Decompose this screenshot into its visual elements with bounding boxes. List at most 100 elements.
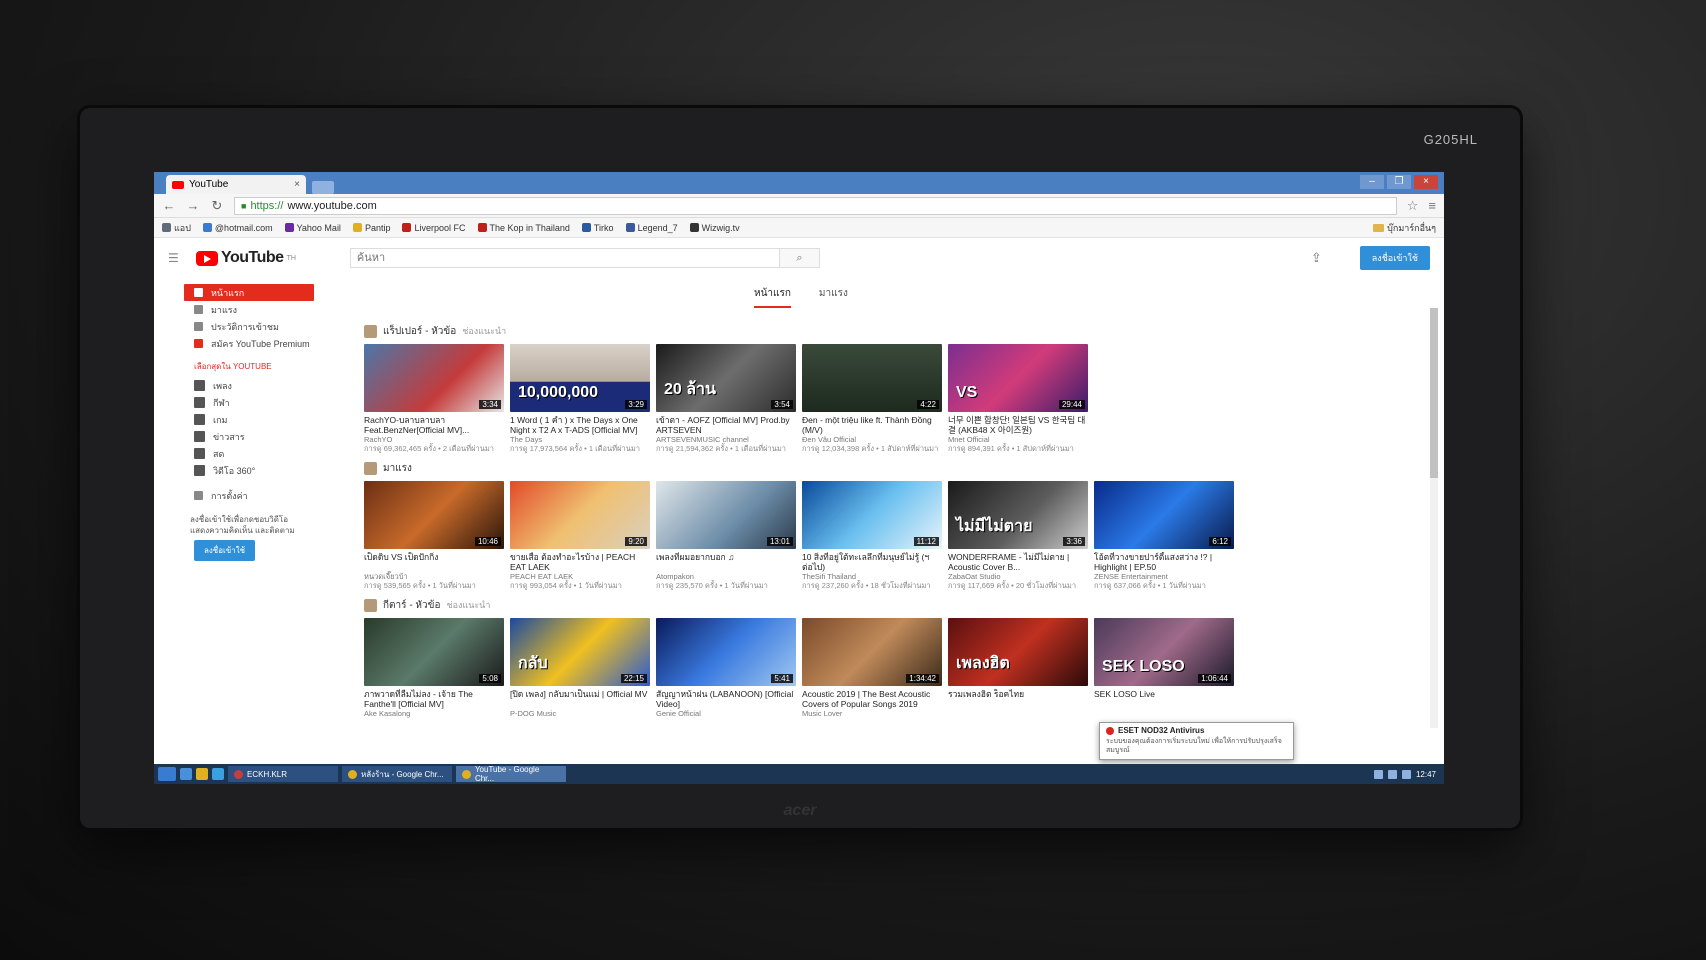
video-card[interactable]: 13:01 เพลงที่ผมอยากบอก ♫ Atompakon การดู 23… [656,481,796,590]
video-channel[interactable]: Ake Kasalong [364,709,504,718]
video-channel[interactable]: ARTSEVENMUSIC channel [656,435,796,444]
sidebar-item[interactable]: เพลง [184,377,314,394]
taskbar-button[interactable]: หลังร้าน - Google Chr... [342,766,452,782]
video-thumbnail[interactable]: 20 ล้าน 3:54 [656,344,796,412]
video-card[interactable]: ไม่มีไม่ตาย 3:36 WONDERFRAME - ไม่มีไม่ตาย… [948,481,1088,590]
video-title[interactable]: เป็ดดิบ VS เป็ดปักกิ่ง [364,552,504,572]
hamburger-menu-icon[interactable]: ☰ [168,251,182,265]
video-channel[interactable]: ZabaOat Studio [948,572,1088,581]
sidebar-item[interactable]: ข่าวสาร [184,428,314,445]
video-thumbnail[interactable]: 4:22 [802,344,942,412]
video-channel[interactable]: PEACH EAT LAEK [510,572,650,581]
video-channel[interactable]: The Days [510,435,650,444]
bookmark-item[interactable]: แอป [162,221,191,235]
video-thumbnail[interactable]: เพลงฮิต [948,618,1088,686]
video-card[interactable]: 10:46 เป็ดดิบ VS เป็ดปักกิ่ง หนวดเจี๊ยวบ้า… [364,481,504,590]
sidebar-item-settings[interactable]: การตั้งค่า [184,487,314,504]
minimize-button[interactable]: – [1360,175,1384,189]
bookmark-item[interactable]: Pantip [352,223,390,233]
bookmark-item[interactable]: Tirko [581,223,614,233]
chrome-menu-icon[interactable]: ≡ [1428,198,1436,213]
video-title[interactable]: ภาพวาดที่ลืมไม่ลง - เจ้าย The Fanthe'll … [364,689,504,709]
sidebar-signin-button[interactable]: ลงชื่อเข้าใช้ [194,540,256,561]
video-card[interactable]: SEK LOSO 1:06:44 SEK LOSO Live [1094,618,1234,718]
video-title[interactable]: 1 Word ( 1 คำ ) x The Days x One Night x… [510,415,650,435]
video-title[interactable]: โอ้ตที่วางขายปาร์ตี้แสงสว่าง !? | Highli… [1094,552,1234,572]
maximize-button[interactable]: ❐ [1387,175,1411,189]
video-thumbnail[interactable]: 3:34 [364,344,504,412]
sidebar-item[interactable]: หน้าแรก [184,284,314,301]
video-channel[interactable]: หนวดเจี๊ยวบ้า [364,572,504,581]
back-arrow-icon[interactable]: ← [162,198,176,213]
taskbar-button[interactable]: YouTube - Google Chr... [456,765,566,783]
search-input[interactable] [349,248,780,268]
folder-quicklaunch-icon[interactable] [196,768,208,780]
video-thumbnail[interactable]: 10:46 [364,481,504,549]
sidebar-item[interactable]: วิดีโอ 360° [184,462,314,479]
video-thumbnail[interactable]: 5:08 [364,618,504,686]
bookmark-item[interactable]: Liverpool FC [402,223,466,233]
video-thumbnail[interactable]: 10,000,000 3:29 [510,344,650,412]
video-channel[interactable]: Atompakon [656,572,796,581]
windows-start-icon[interactable] [158,767,176,781]
video-card[interactable]: 4:22 Đen - một triệu like ft. Thành Đồng … [802,344,942,453]
video-title[interactable]: 너무 이쁜 합창단! 일본팀 VS 한국팀 대결 (AKB48 X 아이즈원) [948,415,1088,435]
video-thumbnail[interactable]: 5:41 [656,618,796,686]
ie-quicklaunch-icon[interactable] [180,768,192,780]
shelf-title-label[interactable]: แร็ปเปอร์ - หัวข้อ [383,324,456,339]
video-card[interactable]: 20 ล้าน 3:54 เข้าตา - AOFZ [Official MV] P… [656,344,796,453]
video-title[interactable]: RachYO-บลาบลาบลา Feat.BenzNer[Official M… [364,415,504,435]
video-title[interactable]: รวมเพลงฮิต ร็อคไทย [948,689,1088,709]
tab-close-icon[interactable]: × [294,179,300,190]
network-icon[interactable] [1373,769,1383,779]
signin-button[interactable]: ลงชื่อเข้าใช้ [1359,246,1430,270]
video-card[interactable]: 5:41 สัญญาหน้าฝน (LABANOON) [Official Vid… [656,618,796,718]
video-thumbnail[interactable]: 9:20 [510,481,650,549]
shelf-title-label[interactable]: มาแรง [383,461,412,476]
flag-icon[interactable] [1401,769,1411,779]
page-scrollbar[interactable] [1430,308,1438,728]
video-title[interactable]: เพลงที่ผมอยากบอก ♫ [656,552,796,572]
shelf-title-label[interactable]: กีตาร์ - หัวข้อ [383,598,440,613]
reload-icon[interactable]: ↻ [210,198,224,214]
page-tab[interactable]: หน้าแรก [754,286,791,308]
upload-icon[interactable]: ⇪ [1311,250,1322,266]
clock[interactable]: 12:47 [1416,770,1436,779]
video-card[interactable]: 1:34:42 Acoustic 2019 | The Best Acoustic… [802,618,942,718]
video-thumbnail[interactable]: 1:34:42 [802,618,942,686]
bookmark-item[interactable]: Legend_7 [625,223,678,233]
video-channel[interactable]: RachYO [364,435,504,444]
video-title[interactable]: Acoustic 2019 | The Best Acoustic Covers… [802,689,942,709]
sidebar-item[interactable]: ประวัติการเข้าชม [184,318,314,335]
video-card[interactable]: 11:12 10 สิ่งที่อยู่ใต้ทะเลลึกที่มนุษย์ไม… [802,481,942,590]
bookmark-item[interactable]: Wizwig.tv [689,223,740,233]
video-thumbnail[interactable]: กลับ 22:15 [510,618,650,686]
video-thumbnail[interactable]: VS 29:44 [948,344,1088,412]
video-title[interactable]: เข้าตา - AOFZ [Official MV] Prod.by ARTS… [656,415,796,435]
address-bar[interactable]: ■ https://www.youtube.com [234,196,1397,215]
taskbar-button[interactable]: ECKH.KLR [228,766,338,782]
video-thumbnail[interactable]: 13:01 [656,481,796,549]
sidebar-item[interactable]: สด [184,445,314,462]
video-title[interactable]: WONDERFRAME - ไม่มีไม่ตาย | Acoustic Cov… [948,552,1088,572]
video-card[interactable]: 9:20 ขายเสื่อ ต้องทำอะไรบ้าง | PEACH EAT … [510,481,650,590]
other-bookmarks-button[interactable]: บุ๊กมาร์กอื่นๆ [1373,221,1436,235]
video-thumbnail[interactable]: ไม่มีไม่ตาย 3:36 [948,481,1088,549]
video-thumbnail[interactable]: 11:12 [802,481,942,549]
video-card[interactable]: กลับ 22:15 [ปิด เพลง] กลับมาเป็นแม่ | Offi… [510,618,650,718]
video-title[interactable]: Đen - một triệu like ft. Thành Đồng (M/V… [802,415,942,435]
video-channel[interactable]: Mnet Official [948,435,1088,444]
bookmark-item[interactable]: @hotmail.com [202,223,273,233]
antivirus-notification[interactable]: ESET NOD32 Antivirus ระบบของคุณต้องการเร… [1099,722,1294,760]
video-channel[interactable]: Genie Official [656,709,796,718]
video-card[interactable]: 10,000,000 3:29 1 Word ( 1 คำ ) x The Days… [510,344,650,453]
video-channel[interactable]: Music Lover [802,709,942,718]
sidebar-item[interactable]: กีฬา [184,394,314,411]
video-card[interactable]: 3:34 RachYO-บลาบลาบลา Feat.BenzNer[Offici… [364,344,504,453]
video-title[interactable]: สัญญาหน้าฝน (LABANOON) [Official Video] [656,689,796,709]
video-channel[interactable]: Đen Vâu Official [802,435,942,444]
sidebar-item[interactable]: สมัคร YouTube Premium [184,335,314,352]
video-card[interactable]: 5:08 ภาพวาดที่ลืมไม่ลง - เจ้าย The Fanthe… [364,618,504,718]
video-card[interactable]: VS 29:44 너무 이쁜 합창단! 일본팀 VS 한국팀 대결 (AKB48 X… [948,344,1088,453]
video-thumbnail[interactable]: 6:12 [1094,481,1234,549]
